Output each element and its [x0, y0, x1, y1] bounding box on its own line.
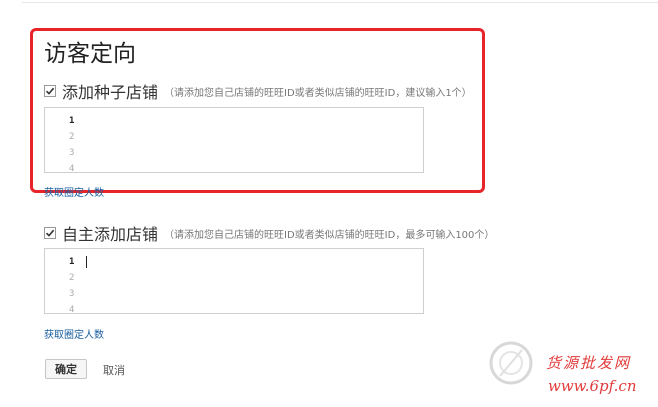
seed-get-audience-link[interactable]: 获取圈定人数 — [44, 184, 104, 199]
custom-shop-label: 自主添加店铺 — [62, 225, 159, 244]
line-number: 4 — [69, 164, 75, 173]
watermark-logo-icon — [489, 341, 533, 385]
custom-shop-header: 自主添加店铺 （请添加您自己店铺的旺旺ID或者类似店铺的旺旺ID，最多可输入10… — [44, 221, 494, 245]
watermark-url: www.6pf.cn — [548, 377, 637, 395]
custom-shop-checkbox[interactable] — [44, 227, 56, 239]
visitor-targeting-dialog: 访客定向 添加种子店铺 （请添加您自己店铺的旺旺ID或者类似店铺的旺旺ID，建议… — [0, 0, 658, 407]
line-number: 3 — [69, 289, 75, 299]
cancel-button[interactable]: 取消 — [103, 362, 125, 378]
line-numbers: 1 2 3 4 — [69, 113, 75, 173]
seed-shop-input[interactable]: 1 2 3 4 — [44, 107, 424, 173]
watermark-site-name: 货源批发网 — [546, 354, 632, 372]
seed-shop-header: 添加种子店铺 （请添加您自己店铺的旺旺ID或者类似店铺的旺旺ID，建议输入1个） — [44, 79, 472, 103]
custom-get-audience-link[interactable]: 获取圈定人数 — [44, 326, 104, 341]
custom-shop-hint: （请添加您自己店铺的旺旺ID或者类似店铺的旺旺ID，最多可输入100个） — [164, 229, 495, 241]
line-number: 2 — [69, 273, 75, 283]
line-number: 1 — [69, 116, 75, 126]
text-cursor — [86, 256, 87, 268]
seed-shop-hint: （请添加您自己店铺的旺旺ID或者类似店铺的旺旺ID，建议输入1个） — [164, 87, 472, 99]
line-number: 3 — [69, 148, 75, 158]
dialog-top-border — [22, 2, 658, 3]
line-numbers: 1 2 3 4 — [69, 254, 75, 314]
line-number: 1 — [69, 257, 75, 267]
checkmark-icon — [45, 87, 55, 95]
dialog-title: 访客定向 — [44, 41, 136, 67]
custom-shop-input[interactable]: 1 2 3 4 — [44, 248, 424, 314]
line-number: 2 — [69, 132, 75, 142]
line-number: 4 — [69, 305, 75, 314]
seed-shop-label: 添加种子店铺 — [62, 83, 159, 102]
confirm-button[interactable]: 确定 — [45, 359, 87, 379]
seed-shop-checkbox[interactable] — [44, 85, 56, 97]
checkmark-icon — [45, 229, 55, 237]
